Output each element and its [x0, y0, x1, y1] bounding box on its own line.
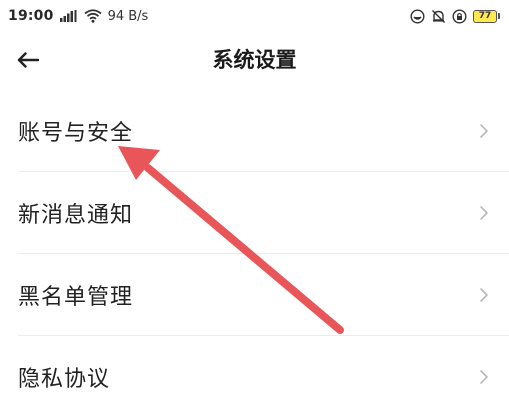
status-time: 19:00: [8, 8, 54, 24]
settings-item-account-security[interactable]: 账号与安全: [0, 90, 509, 172]
network-speed: 94 B/s: [107, 8, 149, 24]
screen: 19:00 94 B/s 77 系统设置 账号与安全 新消息通知 黑名单管理 隐…: [0, 0, 509, 407]
status-right: 77: [410, 8, 500, 24]
settings-item-message-notification[interactable]: 新消息通知: [0, 172, 509, 254]
wifi-icon: [84, 9, 102, 23]
battery-tip: [498, 13, 500, 19]
settings-list: 账号与安全 新消息通知 黑名单管理 隐私协议: [0, 90, 509, 407]
settings-item-privacy-policy[interactable]: 隐私协议: [0, 336, 509, 407]
chevron-right-icon: [479, 205, 489, 221]
settings-item-label: 账号与安全: [18, 121, 134, 146]
header: 系统设置: [0, 32, 509, 88]
status-left: 19:00 94 B/s: [8, 8, 148, 24]
settings-item-label: 隐私协议: [18, 367, 111, 392]
alarm-off-icon: [431, 9, 446, 24]
chevron-right-icon: [479, 287, 489, 303]
lock-rotation-icon: [452, 8, 467, 24]
status-bar: 19:00 94 B/s 77: [0, 0, 509, 32]
signal-icon: [59, 10, 78, 22]
chevron-right-icon: [479, 369, 489, 385]
settings-item-blacklist[interactable]: 黑名单管理: [0, 254, 509, 336]
settings-item-label: 黑名单管理: [18, 285, 134, 310]
page-title: 系统设置: [212, 48, 297, 72]
settings-item-label: 新消息通知: [18, 203, 134, 228]
chevron-right-icon: [479, 123, 489, 139]
face-icon: [410, 8, 425, 24]
battery-icon: 77: [473, 9, 500, 23]
battery-level: 77: [473, 9, 497, 23]
